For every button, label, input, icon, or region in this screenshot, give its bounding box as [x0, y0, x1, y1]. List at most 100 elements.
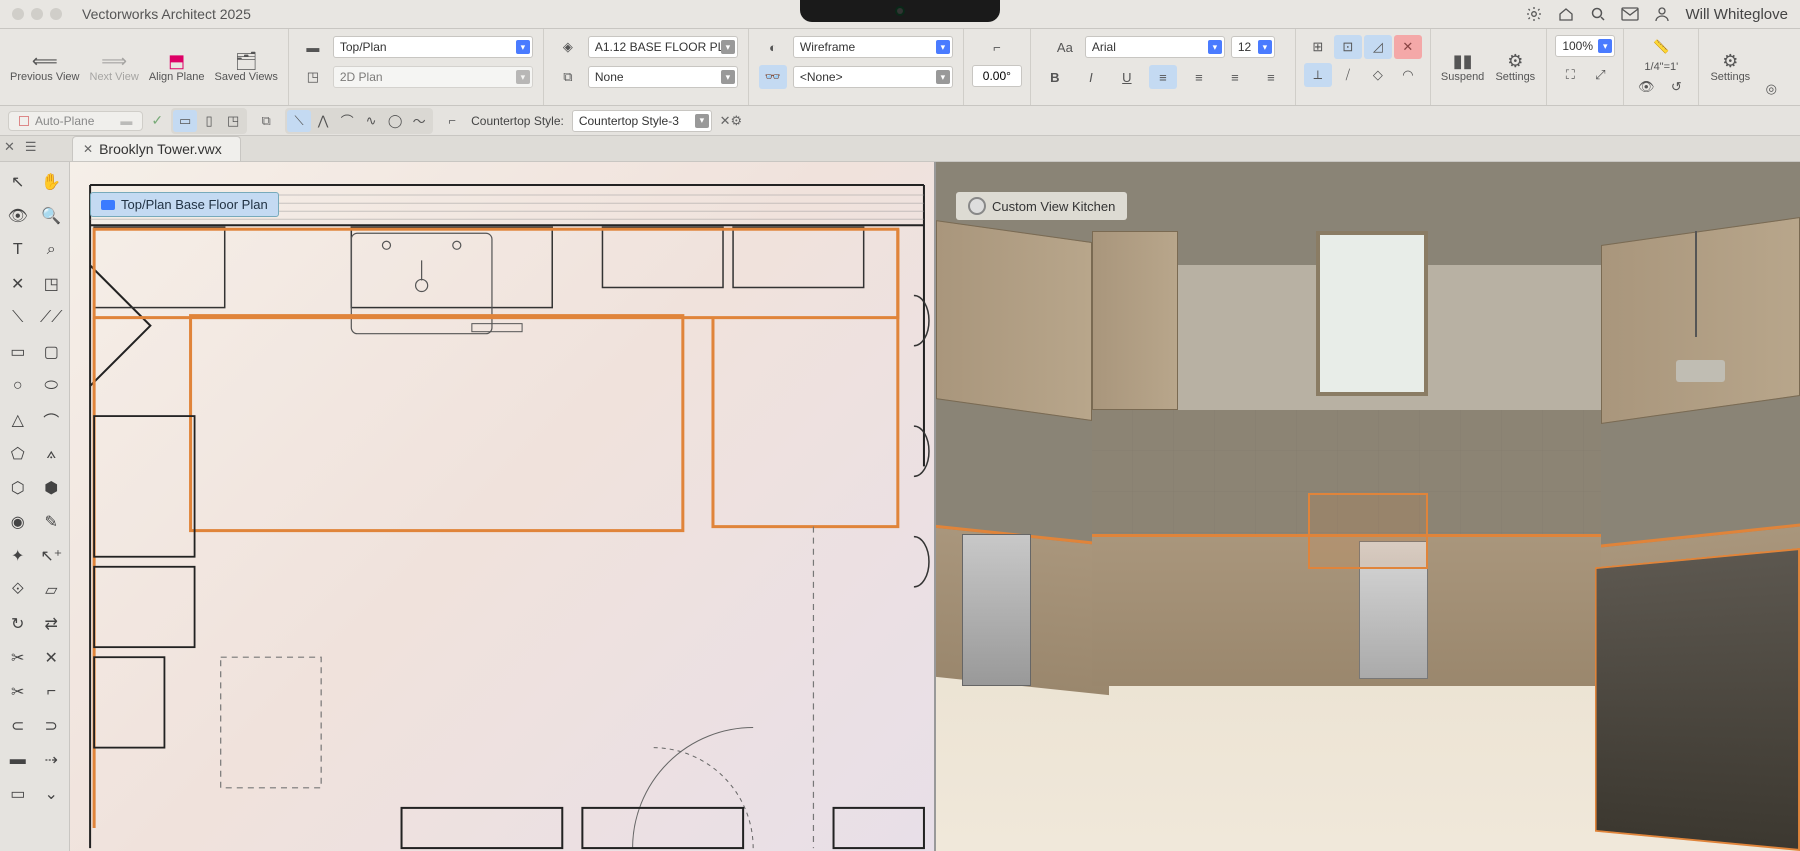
- trim-tool-icon[interactable]: ✂: [2, 676, 34, 708]
- hide-icon[interactable]: 👁: [1632, 75, 1660, 99]
- snap-disable-icon[interactable]: ✕: [1394, 35, 1422, 59]
- rotation-field[interactable]: [972, 65, 1022, 87]
- fit-objects-icon[interactable]: ⤢: [1586, 63, 1614, 87]
- polyline-tool-icon[interactable]: ⟑: [36, 438, 68, 470]
- connect-tool-icon[interactable]: ✕: [36, 642, 68, 674]
- rectangle-tool-icon[interactable]: ▭: [2, 336, 34, 368]
- more-tool-icon[interactable]: ⌄: [36, 778, 68, 810]
- fit-page-icon[interactable]: ⛶: [1556, 63, 1584, 87]
- snap-angle-icon[interactable]: ◿: [1364, 35, 1392, 59]
- attribute-tool-icon[interactable]: ▬: [2, 744, 34, 776]
- selection-tool-icon[interactable]: ↖: [2, 166, 34, 198]
- edge-circle-icon[interactable]: ◯: [383, 110, 407, 132]
- visibility-tool-icon[interactable]: ⇢: [36, 744, 68, 776]
- auto-plane-toggle[interactable]: Auto-Plane ▬: [8, 111, 143, 131]
- glasses-icon[interactable]: 👓: [759, 65, 787, 89]
- zoom-select[interactable]: 100%▾: [1555, 35, 1615, 57]
- underline-button[interactable]: U: [1113, 65, 1141, 89]
- font-size-select[interactable]: 12▾: [1231, 36, 1275, 58]
- render-viewport-label[interactable]: Custom View Kitchen: [956, 192, 1127, 220]
- suspend-button[interactable]: ▮▮Suspend: [1437, 49, 1488, 85]
- cube-icon[interactable]: ◳: [299, 65, 327, 89]
- snap-distance-icon[interactable]: ◇: [1364, 63, 1392, 87]
- saved-views-button[interactable]: 🗂Saved Views: [210, 49, 281, 85]
- align-plane-button[interactable]: ⬒Align Plane: [145, 49, 209, 85]
- close-tab-icon[interactable]: ✕: [83, 142, 93, 156]
- prefs-icon[interactable]: ✕⚙: [720, 110, 742, 132]
- edge-arc-icon[interactable]: ⌒: [335, 110, 359, 132]
- class-select[interactable]: None▾: [588, 66, 738, 88]
- double-line-tool-icon[interactable]: ⟋⟋: [36, 302, 68, 334]
- view-mode-select[interactable]: Top/Plan▾: [333, 36, 533, 58]
- align-left-button[interactable]: ≡: [1149, 65, 1177, 89]
- fillet-icon[interactable]: ⌐: [441, 110, 463, 132]
- render-viewport[interactable]: Custom View Kitchen: [936, 162, 1800, 851]
- search-icon[interactable]: [1589, 5, 1607, 23]
- countertop-style-select[interactable]: Countertop Style-3▾: [572, 110, 712, 132]
- hexagon-tool-icon[interactable]: ⬢: [36, 472, 68, 504]
- font-family-select[interactable]: Arial▾: [1085, 36, 1225, 58]
- edge-line-icon[interactable]: ⟍: [287, 110, 311, 132]
- clip-tool-icon[interactable]: ⊃: [36, 710, 68, 742]
- edge-spline-icon[interactable]: ～: [407, 110, 431, 132]
- delete-tool-icon[interactable]: ✕: [2, 268, 34, 300]
- zoom-icon[interactable]: [50, 8, 62, 20]
- panel-menu-icon[interactable]: ☰: [25, 139, 37, 155]
- minimize-icon[interactable]: [31, 8, 43, 20]
- flyover-tool-icon[interactable]: 👁: [2, 200, 34, 232]
- mode-rect-icon[interactable]: ▭: [173, 110, 197, 132]
- render-style-select[interactable]: Wireframe▾: [793, 36, 953, 58]
- edge-bezier-icon[interactable]: ∿: [359, 110, 383, 132]
- text-tool-icon[interactable]: T: [2, 234, 34, 266]
- pan-tool-icon[interactable]: ✋: [36, 166, 68, 198]
- align-right-button[interactable]: ≡: [1221, 65, 1249, 89]
- edge-poly-icon[interactable]: ⋀: [311, 110, 335, 132]
- snap-tangent-icon[interactable]: ◠: [1394, 63, 1422, 87]
- spiral-tool-icon[interactable]: ◉: [2, 506, 34, 538]
- target-icon[interactable]: ◎: [1757, 77, 1785, 101]
- zoom-tool-icon[interactable]: 🔍: [36, 200, 68, 232]
- fillet-tool-icon[interactable]: ⌐: [36, 676, 68, 708]
- bold-button[interactable]: B: [1041, 65, 1069, 89]
- mode-rect2-icon[interactable]: ▯: [197, 110, 221, 132]
- snap-intersect-icon[interactable]: ⟂: [1304, 63, 1332, 87]
- layers-icon[interactable]: ◈: [554, 35, 582, 59]
- eyedropper-tool-icon[interactable]: ✎: [36, 506, 68, 538]
- callout-tool-icon[interactable]: ⌕: [36, 234, 68, 266]
- snap-object-icon[interactable]: ⊡: [1334, 35, 1362, 59]
- ucs-icon[interactable]: ⌐: [983, 35, 1011, 59]
- text-style-icon[interactable]: Aa: [1051, 35, 1079, 59]
- offset-tool-icon[interactable]: ⊂: [2, 710, 34, 742]
- line-tool-icon[interactable]: ⟍: [2, 302, 34, 334]
- align-center-button[interactable]: ≡: [1185, 65, 1213, 89]
- triangle-tool-icon[interactable]: △: [2, 404, 34, 436]
- plan-viewport-label[interactable]: Top/Plan Base Floor Plan: [90, 192, 279, 217]
- class-none-select[interactable]: <None>▾: [793, 66, 953, 88]
- box-tool-icon[interactable]: ◳: [36, 268, 68, 300]
- layer-opts-icon[interactable]: ⧉: [554, 65, 582, 89]
- user-name[interactable]: Will Whiteglove: [1685, 6, 1788, 23]
- snap-grid-icon[interactable]: ⊞: [1304, 35, 1332, 59]
- undo-view-icon[interactable]: ↺: [1662, 75, 1690, 99]
- mail-icon[interactable]: [1621, 5, 1639, 23]
- mirror-tool-icon[interactable]: ⇄: [36, 608, 68, 640]
- plane-layer-icon[interactable]: ▬: [299, 35, 327, 59]
- layer-select[interactable]: A1.12 BASE FLOOR PL▾: [588, 36, 738, 58]
- close-icon[interactable]: [12, 8, 24, 20]
- ruler-icon[interactable]: 📏: [1647, 35, 1675, 59]
- confirm-icon[interactable]: ✓: [151, 112, 163, 129]
- rotate-tool-icon[interactable]: ↻: [2, 608, 34, 640]
- settings-button[interactable]: ⚙Settings: [1705, 49, 1755, 85]
- plan-viewport[interactable]: Top/Plan Base Floor Plan: [70, 162, 936, 851]
- rounded-rect-tool-icon[interactable]: ▢: [36, 336, 68, 368]
- polygon-tool-icon[interactable]: ⬠: [2, 438, 34, 470]
- regular-poly-tool-icon[interactable]: ⬡: [2, 472, 34, 504]
- mode-3d-icon[interactable]: ◳: [221, 110, 245, 132]
- arc-tool-icon[interactable]: ⌒: [36, 404, 68, 436]
- select-similar-tool-icon[interactable]: ↖⁺: [36, 540, 68, 572]
- align-justify-button[interactable]: ≡: [1257, 65, 1285, 89]
- magic-wand-tool-icon[interactable]: ✦: [2, 540, 34, 572]
- settings-gear-button[interactable]: ⚙Settings: [1490, 49, 1540, 85]
- render-mode-icon[interactable]: ◐: [759, 35, 787, 59]
- snap-smart-icon[interactable]: ⧸: [1334, 63, 1362, 87]
